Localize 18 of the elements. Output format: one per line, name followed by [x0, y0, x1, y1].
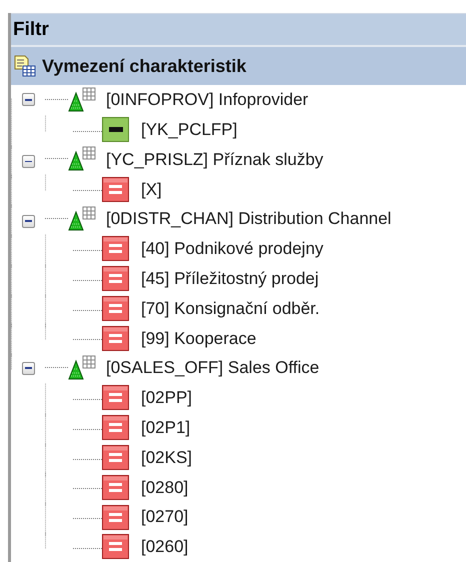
tree-node[interactable]: [YC_PRISLZ] Příznak služby [106, 146, 324, 172]
tree-node[interactable]: [0280] [141, 474, 188, 500]
tree-node[interactable]: [YK_PCLFP] [141, 116, 238, 142]
tree-node[interactable]: [0INFOPROV] Infoprovider [106, 87, 308, 113]
tree-node[interactable]: [02P1] [141, 414, 190, 440]
tree-node[interactable]: [0270] [141, 504, 188, 530]
tree-node[interactable]: [X] [141, 176, 162, 202]
tree-node[interactable]: [02PP] [141, 385, 192, 411]
tree-node[interactable]: [99] Kooperace [141, 326, 256, 352]
tree-node[interactable]: [45] Příležitostný prodej [141, 266, 319, 292]
tree-node[interactable]: [40] Podnikové prodejny [141, 236, 324, 262]
tree-node[interactable]: [0SALES_OFF] Sales Office [106, 355, 320, 381]
tree-node[interactable]: [70] Konsignační odběr. [141, 296, 320, 322]
panel-title: Filtr [11, 13, 466, 45]
tree-node[interactable]: [0260] [141, 534, 188, 560]
tree-node[interactable]: [0DISTR_CHAN] Distribution Channel [106, 206, 392, 232]
section-title: Vymezení charakteristik [42, 54, 246, 78]
tree-node[interactable]: [02KS] [141, 444, 192, 470]
